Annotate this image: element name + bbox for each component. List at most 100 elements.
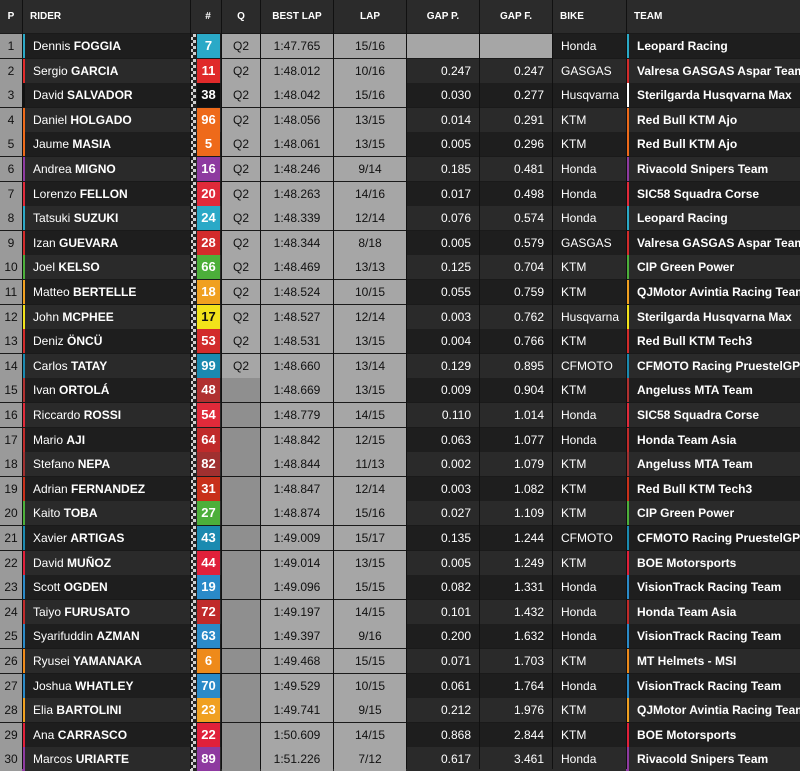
table-row[interactable]: 17 Mario AJI 64 1:48.842 12/15 0.063 1.077 Hond… [0,427,800,452]
gap-previous-cell: 0.004 [440,334,471,349]
table-row[interactable]: 22 David MUÑOZ 44 1:49.014 13/15 0.005 1.249 KT… [0,550,800,575]
rider-cell[interactable]: Dennis FOGGIA [25,34,190,58]
rider-cell[interactable]: Stefano NEPA [25,452,190,476]
header-gap-first[interactable]: GAP F. [480,0,552,33]
table-row[interactable]: 26 Ryusei YAMANAKA 6 1:49.468 15/15 0.071 1.70… [0,649,800,673]
rider-cell[interactable]: Kaito TOBA [25,501,190,525]
rider-cell[interactable]: Adrian FERNANDEZ [25,477,190,501]
rider-last-name: BERTELLE [73,285,137,299]
table-row[interactable]: 6 Andrea MIGNO 16 Q2 1:48.246 9/14 0.185 0.481 H… [0,157,800,181]
table-row[interactable]: 18 Stefano NEPA 82 1:48.844 11/13 0.002 1.079 K… [0,452,800,477]
rider-cell[interactable]: Sergio GARCIA [25,59,190,83]
table-row[interactable]: 9 Izan GUEVARA 28 Q2 1:48.344 8/18 0.005 0.579 G… [0,230,800,255]
table-row[interactable]: 29 Ana CARRASCO 22 1:50.609 14/15 0.868 2.844 K… [0,722,800,747]
rider-cell[interactable]: Lorenzo FELLON [25,182,190,206]
gap-first-cell: 0.247 [513,63,544,78]
bike-cell: KTM [561,260,587,275]
rider-cell[interactable]: Ivan ORTOLÁ [25,378,190,402]
table-row[interactable]: 2 Sergio GARCIA 11 Q2 1:48.012 10/16 0.247 0.24… [0,58,800,83]
table-row[interactable]: 3 David SALVADOR 38 Q2 1:48.042 15/16 0.030 0.2… [0,83,800,108]
position-cell: 29 [0,722,22,747]
bike-cell: KTM [561,506,587,521]
table-row[interactable]: 30 Marcos URIARTE 89 1:51.226 7/12 0.617 3.461… [0,747,800,771]
table-row[interactable]: 10 Joel KELSO 66 Q2 1:48.469 13/13 0.125 0.704 K… [0,255,800,280]
table-row[interactable]: 14 Carlos TATAY 99 Q2 1:48.660 13/14 0.129 0.89… [0,353,800,378]
header-team[interactable]: TEAM [634,0,794,33]
qualifying-cell: Q2 [222,280,260,304]
rider-cell[interactable]: Jaume MASIA [25,132,190,156]
rider-last-name: ARTIGAS [70,531,125,545]
bike-cell: Honda [561,162,597,176]
rider-cell[interactable]: Taiyo FURUSATO [25,600,190,624]
table-row[interactable]: 1 Dennis FOGGIA 7 Q2 1:47.765 15/16 Honda Leopa… [0,34,800,58]
table-row[interactable]: 23 Scott OGDEN 19 1:49.096 15/15 0.082 1.331 Ho… [0,575,800,600]
rider-cell[interactable]: Riccardo ROSSI [25,403,190,427]
header-bike[interactable]: BIKE [560,0,625,33]
rider-cell[interactable]: Marcos URIARTE [25,747,190,771]
best-lap-cell: 1:49.468 [261,649,333,673]
table-row[interactable]: 27 Joshua WHATLEY 70 1:49.529 10/15 0.061 1.76… [0,673,800,698]
rider-cell[interactable]: David SALVADOR [25,83,190,107]
rider-first-name: Kaito [33,506,61,521]
table-row[interactable]: 12 John MCPHEE 17 Q2 1:48.527 12/14 0.003 0.762… [0,304,800,329]
table-row[interactable]: 19 Adrian FERNANDEZ 31 1:48.847 12/14 0.003 1.… [0,476,800,501]
best-lap-cell: 1:48.263 [261,181,333,206]
rider-first-name: Joshua [33,678,72,693]
rider-cell[interactable]: Carlos TATAY [25,354,190,378]
table-row[interactable]: 24 Taiyo FURUSATO 72 1:49.197 14/15 0.101 1.43… [0,599,800,624]
table-row[interactable]: 8 Tatsuki SUZUKI 24 Q2 1:48.339 12/14 0.076 0.5… [0,206,800,231]
rider-cell[interactable]: Andrea MIGNO [25,157,190,181]
gap-previous-cell: 0.017 [440,186,471,201]
table-row[interactable]: 16 Riccardo ROSSI 54 1:48.779 14/15 0.110 1.01… [0,403,800,427]
rider-cell[interactable]: Ryusei YAMANAKA [25,649,190,673]
header-best-lap[interactable]: BEST LAP [261,0,333,33]
rider-cell[interactable]: John MCPHEE [25,305,190,329]
rider-cell[interactable]: Izan GUEVARA [25,231,190,255]
table-row[interactable]: 13 Deniz ÖNCÜ 53 Q2 1:48.531 13/15 0.004 0.766 K… [0,329,800,354]
table-row[interactable]: 11 Matteo BERTELLE 18 Q2 1:48.524 10/15 0.055 0… [0,280,800,304]
rider-number-badge: 89 [197,747,220,771]
lap-cell: 12/14 [334,304,406,329]
table-row[interactable]: 28 Elia BARTOLINI 23 1:49.741 9/15 0.212 1.976… [0,698,800,723]
header-lap[interactable]: LAP [334,0,406,33]
rider-cell[interactable]: Joel KELSO [25,255,190,279]
bike-cell: KTM [561,383,587,398]
header-rider[interactable]: RIDER [30,0,190,33]
gap-first-cell: 0.762 [513,309,544,324]
position-cell: 12 [0,304,22,329]
table-row[interactable]: 5 Jaume MASIA 5 Q2 1:48.061 13/15 0.005 0.296 KT… [0,132,800,157]
bike-cell: KTM [561,654,587,668]
rider-cell[interactable]: Mario AJI [25,428,190,452]
rider-cell[interactable]: Tatsuki SUZUKI [25,206,190,230]
rider-last-name: MASIA [72,137,112,152]
table-row[interactable]: 21 Xavier ARTIGAS 43 1:49.009 15/17 0.135 1.24… [0,526,800,550]
table-row[interactable]: 4 Daniel HOLGADO 96 Q2 1:48.056 13/15 0.014 0.2… [0,107,800,132]
header-q[interactable]: Q [222,0,260,33]
position-cell: 15 [0,378,22,403]
rider-first-name: Matteo [33,285,70,299]
bike-cell: CFMOTO [561,358,613,373]
rider-cell[interactable]: Scott OGDEN [25,575,190,599]
bike-cell: KTM [561,112,587,127]
header-number[interactable]: # [196,0,220,33]
rider-first-name: Syarifuddin [33,629,94,644]
team-cell: SIC58 Squadra Corse [637,186,760,201]
lap-cell: 7/12 [334,747,406,771]
table-row[interactable]: 7 Lorenzo FELLON 20 Q2 1:48.263 14/16 0.017 0.4… [0,181,800,206]
position-cell: 22 [0,550,22,575]
rider-cell[interactable]: Xavier ARTIGAS [25,526,190,550]
rider-cell[interactable]: Matteo BERTELLE [25,280,190,304]
rider-cell[interactable]: Joshua WHATLEY [25,674,190,698]
header-position[interactable]: P [0,0,22,33]
rider-cell[interactable]: Syarifuddin AZMAN [25,624,190,648]
rider-cell[interactable]: David MUÑOZ [25,551,190,575]
table-row[interactable]: 25 Syarifuddin AZMAN 63 1:49.397 9/16 0.200 1.… [0,624,800,649]
rider-cell[interactable]: Ana CARRASCO [25,723,190,747]
rider-cell[interactable]: Elia BARTOLINI [25,698,190,722]
table-row[interactable]: 15 Ivan ORTOLÁ 48 1:48.669 13/15 0.009 0.904 KT… [0,378,800,403]
table-row[interactable]: 20 Kaito TOBA 27 1:48.874 15/16 0.027 1.109 KTM… [0,501,800,526]
rider-cell[interactable]: Deniz ÖNCÜ [25,329,190,353]
rider-cell[interactable]: Daniel HOLGADO [25,108,190,132]
header-gap-previous[interactable]: GAP P. [407,0,479,33]
rider-number-badge: 64 [197,427,220,452]
